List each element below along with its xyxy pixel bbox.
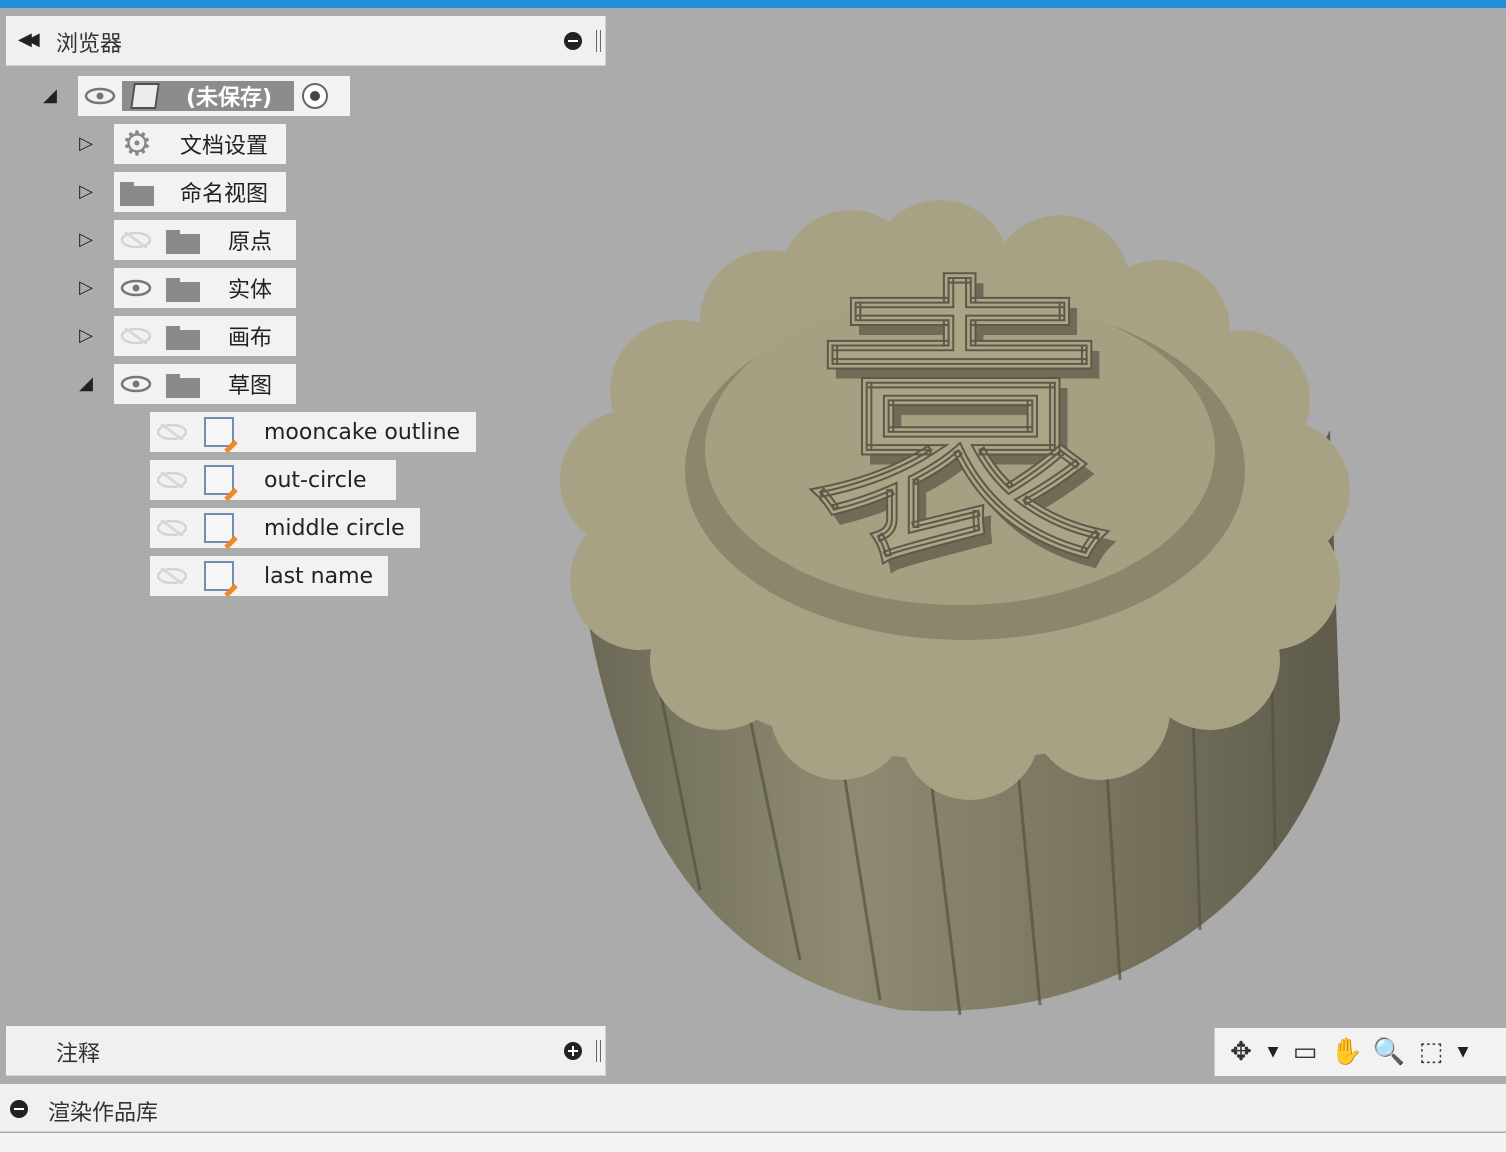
embossed-character: 袁: [810, 252, 1110, 601]
root-label: (未保存): [186, 86, 273, 111]
expand-toggle-icon[interactable]: ▷: [76, 230, 96, 250]
mooncake-3d-model[interactable]: 袁 袁: [540, 200, 1370, 1030]
eye-off-icon[interactable]: [120, 230, 152, 250]
tree-node-sketches[interactable]: 草图: [114, 364, 296, 404]
gear-icon: ⚙: [121, 124, 153, 164]
eye-off-icon[interactable]: [156, 422, 188, 442]
eye-off-icon[interactable]: [156, 470, 188, 490]
sketch-label: last name: [264, 563, 374, 589]
sketch-item[interactable]: mooncake outline: [150, 412, 476, 452]
expand-notes-button[interactable]: [564, 1042, 582, 1060]
sketch-item[interactable]: out-circle: [150, 460, 396, 500]
navigation-toolbar: ✥ ▼ ▭ ✋ 🔍 ⬚ ▼: [1214, 1028, 1506, 1076]
sketch-item[interactable]: middle circle: [150, 508, 420, 548]
sketch-icon: [204, 417, 234, 447]
sketch-label: out-circle: [264, 467, 367, 493]
render-gallery-bar[interactable]: 渲染作品库: [0, 1084, 1506, 1132]
node-label: 草图: [228, 374, 273, 399]
top-accent-bar: [0, 0, 1506, 8]
sketch-item[interactable]: last name: [150, 556, 388, 596]
component-icon: [130, 83, 160, 109]
tree-root-node[interactable]: (未保存): [78, 76, 350, 116]
tree-node-named-views[interactable]: 命名视图: [114, 172, 286, 212]
root-name-box[interactable]: (未保存): [122, 81, 295, 111]
look-at-icon[interactable]: ▭: [1287, 1034, 1323, 1070]
eye-icon[interactable]: [120, 278, 152, 298]
collapse-gallery-button[interactable]: [10, 1100, 28, 1118]
folder-icon: [166, 322, 200, 350]
collapse-browser-button[interactable]: [564, 32, 582, 50]
eye-icon[interactable]: [84, 86, 116, 106]
folder-icon: [120, 178, 154, 206]
pan-hand-icon[interactable]: ✋: [1329, 1034, 1365, 1070]
panel-grip-icon[interactable]: [596, 1040, 601, 1062]
eye-off-icon[interactable]: [156, 518, 188, 538]
root-expand-toggle-icon[interactable]: ◢: [40, 86, 60, 106]
expand-toggle-icon[interactable]: ▷: [76, 278, 96, 298]
orbit-icon[interactable]: ✥: [1223, 1034, 1259, 1070]
eye-off-icon[interactable]: [156, 566, 188, 586]
browser-panel-header[interactable]: ◀◀ 浏览器: [6, 16, 606, 66]
zoom-icon[interactable]: 🔍: [1371, 1034, 1407, 1070]
node-label: 实体: [228, 278, 273, 303]
collapse-toggle-icon[interactable]: ◢: [76, 374, 96, 394]
notes-title: 注释: [56, 1042, 101, 1067]
sketch-icon: [204, 465, 234, 495]
folder-icon: [166, 370, 200, 398]
expand-toggle-icon[interactable]: ▷: [76, 326, 96, 346]
sketch-icon: [204, 561, 234, 591]
node-label: 命名视图: [180, 182, 269, 207]
fit-dropdown-icon[interactable]: ▼: [1455, 1034, 1471, 1070]
footer-strip: [0, 1133, 1506, 1152]
node-label: 画布: [228, 326, 273, 351]
node-label: 文档设置: [180, 134, 269, 159]
notes-panel-header[interactable]: 注释: [6, 1026, 606, 1076]
folder-icon: [166, 226, 200, 254]
expand-toggle-icon[interactable]: ▷: [76, 134, 96, 154]
collapse-panel-icon[interactable]: ◀◀: [18, 29, 40, 50]
sketch-label: mooncake outline: [264, 419, 461, 445]
orbit-dropdown-icon[interactable]: ▼: [1265, 1034, 1281, 1070]
fit-window-icon[interactable]: ⬚: [1413, 1034, 1449, 1070]
sketch-icon: [204, 513, 234, 543]
render-gallery-title: 渲染作品库: [48, 1101, 159, 1126]
eye-off-icon[interactable]: [120, 326, 152, 346]
node-label: 原点: [228, 230, 273, 255]
tree-node-bodies[interactable]: 实体: [114, 268, 296, 308]
tree-node-origin[interactable]: 原点: [114, 220, 296, 260]
tree-node-canvases[interactable]: 画布: [114, 316, 296, 356]
tree-node-document-settings[interactable]: ⚙ 文档设置: [114, 124, 286, 164]
panel-grip-icon[interactable]: [596, 30, 601, 52]
folder-icon: [166, 274, 200, 302]
eye-icon[interactable]: [120, 374, 152, 394]
activate-radio-icon[interactable]: [302, 83, 329, 109]
sketch-label: middle circle: [264, 515, 405, 541]
expand-toggle-icon[interactable]: ▷: [76, 182, 96, 202]
browser-title: 浏览器: [56, 32, 123, 57]
